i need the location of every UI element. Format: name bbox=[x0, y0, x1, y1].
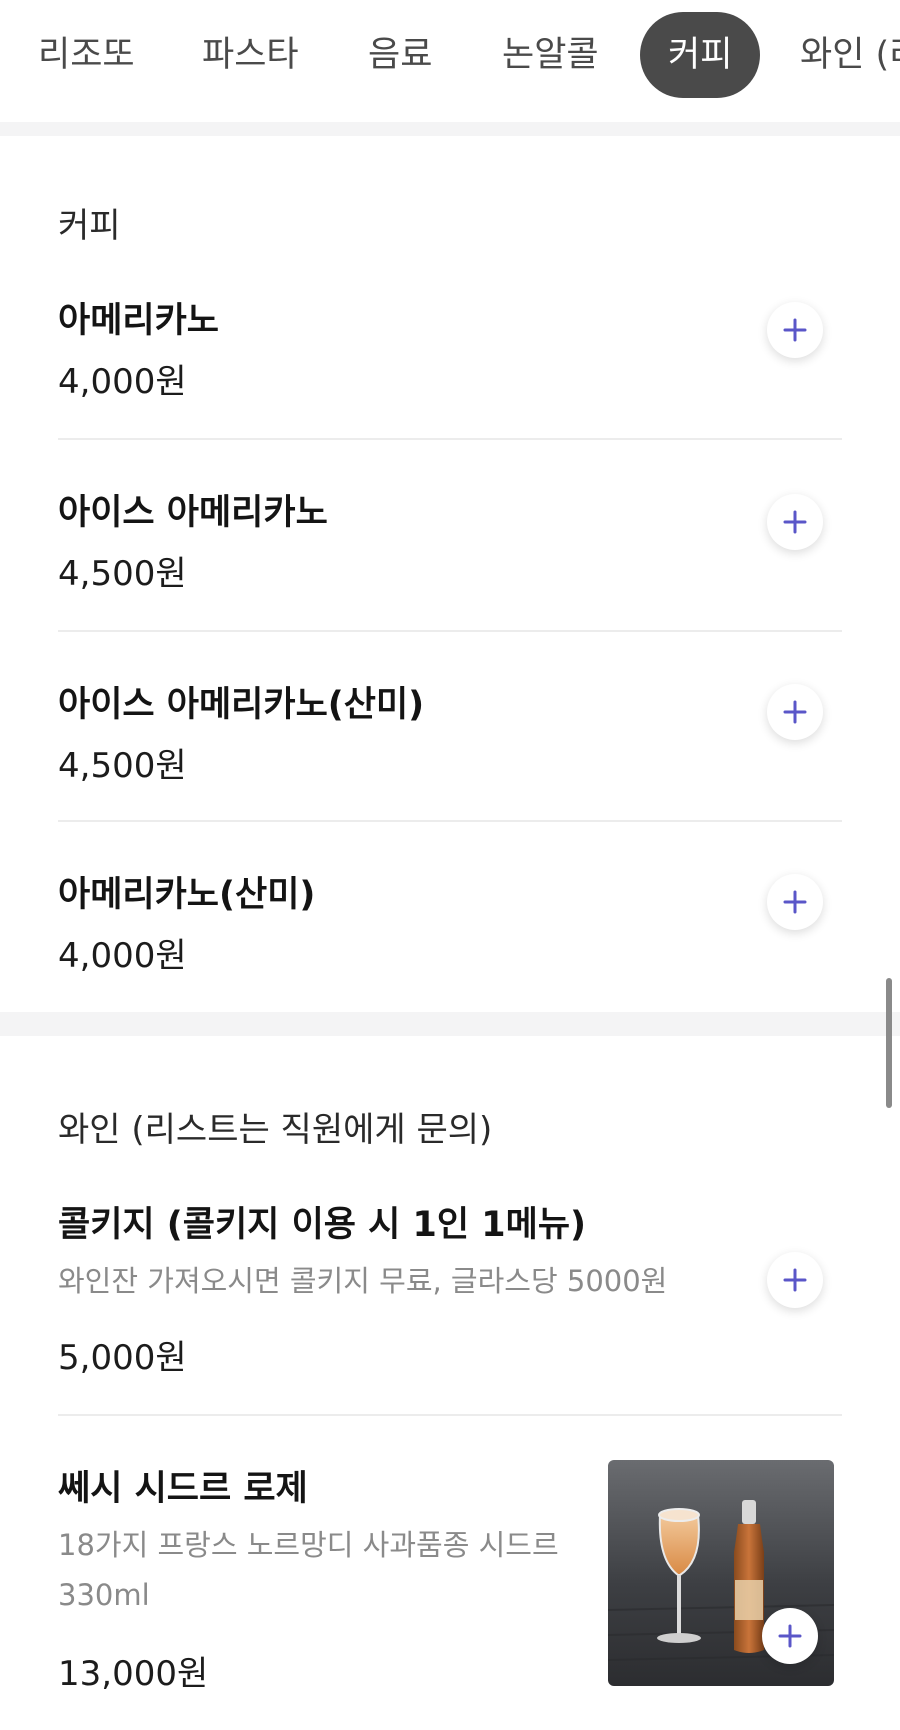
plus-icon bbox=[778, 1624, 802, 1648]
item-price: 4,500원 bbox=[58, 554, 187, 594]
plus-icon bbox=[783, 890, 807, 914]
section-title-coffee: 커피 bbox=[58, 206, 121, 246]
divider bbox=[58, 438, 842, 440]
divider bbox=[58, 820, 842, 822]
divider bbox=[58, 630, 842, 632]
item-price: 4,000원 bbox=[58, 362, 187, 402]
add-button[interactable] bbox=[767, 302, 823, 358]
item-name: 콜키지 (콜키지 이용 시 1인 1메뉴) bbox=[58, 1205, 587, 1245]
add-button[interactable] bbox=[762, 1608, 818, 1664]
plus-icon bbox=[783, 318, 807, 342]
add-button[interactable] bbox=[767, 684, 823, 740]
item-price: 5,000원 bbox=[58, 1338, 187, 1378]
plus-icon bbox=[783, 510, 807, 534]
plus-icon bbox=[783, 700, 807, 724]
item-description: 와인잔 가져오시면 콜키지 무료, 글라스당 5000원 bbox=[58, 1264, 668, 1298]
tab-drinks[interactable]: 음료 bbox=[340, 12, 460, 98]
tab-pasta[interactable]: 파스타 bbox=[174, 12, 327, 98]
add-button[interactable] bbox=[767, 494, 823, 550]
item-price: 13,000원 bbox=[58, 1654, 209, 1694]
item-name: 아메리카노(산미) bbox=[58, 875, 316, 915]
menu-page: 리조또 파스타 음료 논알콜 커피 와인 (리 커피 아메리카노 4,000원 … bbox=[0, 0, 900, 1730]
plus-icon bbox=[783, 1268, 807, 1292]
add-button[interactable] bbox=[767, 874, 823, 930]
item-photo bbox=[608, 1460, 834, 1686]
tab-non-alcoholic[interactable]: 논알콜 bbox=[474, 12, 627, 98]
add-button[interactable] bbox=[767, 1252, 823, 1308]
item-price: 4,500원 bbox=[58, 746, 187, 786]
item-price: 4,000원 bbox=[58, 936, 187, 976]
section-title-wine: 와인 (리스트는 직원에게 문의) bbox=[58, 1110, 493, 1150]
tab-risotto[interactable]: 리조또 bbox=[10, 12, 163, 98]
scrollbar[interactable] bbox=[886, 978, 892, 1108]
tab-coffee[interactable]: 커피 bbox=[640, 12, 761, 98]
section-separator bbox=[0, 1012, 900, 1036]
item-description: 18가지 프랑스 노르망디 사과품종 시드르 330ml bbox=[58, 1528, 559, 1612]
item-name: 쎄시 시드르 로제 bbox=[58, 1469, 308, 1509]
item-name: 아이스 아메리카노(산미) bbox=[58, 685, 425, 725]
divider bbox=[58, 1414, 842, 1416]
tab-wine[interactable]: 와인 (리 bbox=[772, 12, 900, 98]
item-name: 아이스 아메리카노 bbox=[58, 493, 328, 533]
category-tab-bar: 리조또 파스타 음료 논알콜 커피 와인 (리 bbox=[0, 0, 900, 122]
section-separator bbox=[0, 122, 900, 136]
item-name: 아메리카노 bbox=[58, 301, 220, 341]
